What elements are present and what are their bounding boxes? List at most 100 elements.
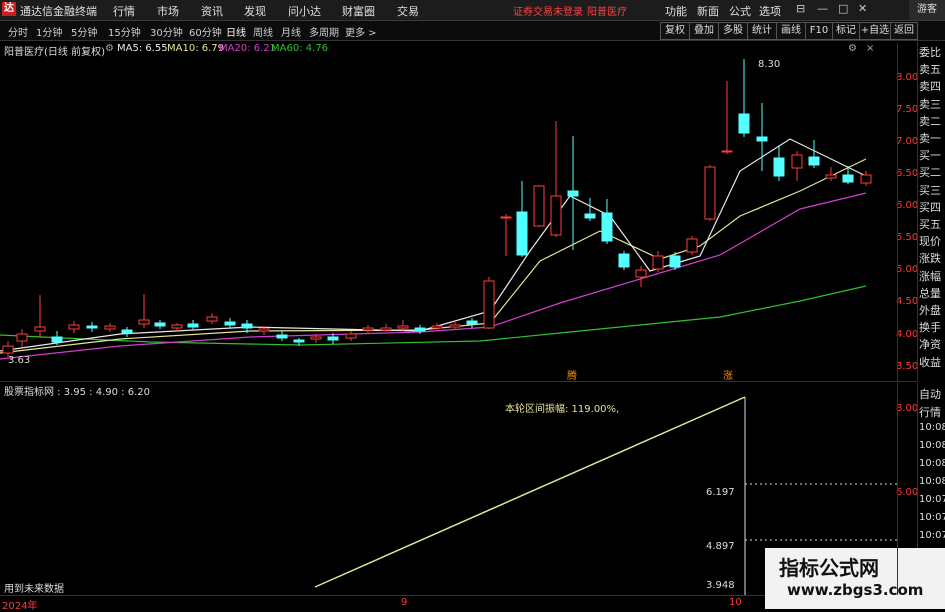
watermark-url: www.zbgs3.com [787,581,924,599]
draw-button[interactable]: 画线 [776,22,806,40]
quote-field-label: 卖四 [919,80,941,94]
menu-quotes[interactable]: 行情 [113,3,135,19]
menu-newface[interactable]: 新面 [697,3,719,19]
candlestick-chart [0,59,872,360]
period-monthly[interactable]: 月线 [281,24,301,39]
period-weekly[interactable]: 周线 [253,24,273,39]
candle-body [34,326,46,332]
quote-field-label: 卖五 [919,63,941,77]
quote-field-label: 换手 [919,321,941,335]
candle-body [206,316,218,322]
period-15min[interactable]: 15分钟 [108,24,141,39]
watermark: 指标公式网 www.zbgs3.com [765,548,945,609]
menu-news[interactable]: 资讯 [201,3,223,19]
menu-trade[interactable]: 交易 [397,3,419,19]
period-60min[interactable]: 60分钟 [189,24,222,39]
candle-body [773,157,785,177]
maximize-icon[interactable]: □ [838,2,848,15]
menu-bar: 达 通达信金融终端 行情 市场 资讯 发现 问小达 财富圈 交易 证券交易未登录… [0,0,945,21]
mark-button[interactable]: 标记 [832,22,860,40]
candle-body [738,113,750,134]
candle-body [138,319,150,325]
candle-body [669,255,681,268]
candle-body [756,136,768,142]
watermark-title: 指标公式网 [779,556,879,580]
candle-body [860,174,872,184]
period-daily[interactable]: 日线 [226,24,246,39]
multi-stock-button[interactable]: 多股 [718,22,748,40]
period-intraday[interactable]: 分时 [8,24,28,39]
back-button[interactable]: 返回 [890,22,918,40]
overlay-button[interactable]: 叠加 [689,22,719,40]
quote-field-label: 买四 [919,200,941,214]
quote-field-label: 净资 [919,338,941,352]
menu-formula[interactable]: 公式 [729,3,751,19]
sub-value-high: 6.197 [706,487,735,498]
quote-field-label: 涨幅 [919,269,941,283]
candle-body [16,333,28,342]
candle-body [241,323,253,329]
candle-body [550,195,562,236]
quote-field-label: 卖二 [919,114,941,128]
high-price-label: 8.30 [758,59,781,70]
candle-body [500,216,512,219]
candle-body [276,334,288,339]
close-icon[interactable]: ✕ [858,2,867,15]
menu-discover[interactable]: 发现 [244,3,266,19]
adjust-button[interactable]: 复权 [660,22,690,40]
candle-body [704,166,716,220]
f10-button[interactable]: F10 [805,22,833,40]
candle-body [171,324,183,329]
period-5min[interactable]: 5分钟 [71,24,97,39]
period-bar: 分时 1分钟 5分钟 15分钟 30分钟 60分钟 日线 周线 月线 多周期 更… [0,21,945,41]
candle-body [154,322,166,327]
period-more[interactable]: 更多 > [345,24,377,39]
candle-body [187,323,199,328]
candle-body [483,280,495,329]
quote-field-label: 买五 [919,218,941,231]
candle-body [842,174,854,183]
guest-button[interactable]: 游客 [909,0,945,20]
menu-ask[interactable]: 问小达 [288,3,321,19]
candle-body [414,327,426,332]
menu-options[interactable]: 选项 [759,3,781,19]
event-mark-2[interactable]: 涨 [723,367,733,382]
indicator-line [314,396,746,588]
indicator-axis-label: 6.00 [896,487,919,498]
period-multi[interactable]: 多周期 [309,24,339,39]
quote-field-label: 收益 [919,355,941,369]
candle-body [51,336,63,343]
sub-value-low: 3.948 [706,580,735,591]
minimize-icon[interactable]: — [817,2,828,15]
candle-body [567,190,579,197]
event-mark-1[interactable]: 腾 [567,367,577,382]
quote-field-label: 现价 [919,235,941,249]
add-watchlist-button[interactable]: +自选 [859,22,891,40]
tick-time-label: 10:08 [919,422,945,433]
restore-icon[interactable]: ⊟ [796,2,805,15]
menu-wealth[interactable]: 财富圈 [342,3,375,19]
period-1min[interactable]: 1分钟 [36,24,62,39]
candle-body [121,329,133,334]
candle-body [397,325,409,329]
stats-button[interactable]: 统计 [747,22,777,40]
candle-body [2,345,14,354]
tick-time-label: 10:07 [919,530,945,541]
candle-body [449,324,461,328]
pane-divider [0,381,917,382]
quote-field-label: 总量 [919,286,941,300]
candle-body [516,211,528,256]
candle-body [601,212,613,242]
menu-function[interactable]: 功能 [665,3,687,19]
quote-field-label: 卖一 [919,132,941,145]
candle-body [584,213,596,219]
login-notice[interactable]: 证券交易未登录 [513,3,583,18]
menu-market[interactable]: 市场 [157,3,179,19]
period-30min[interactable]: 30分钟 [150,24,183,39]
candle-body [258,328,270,332]
candle-body [652,255,664,270]
candle-body [618,253,630,268]
ma20-line [0,192,867,360]
quote-field-label: 外盘 [919,304,941,317]
tick-time-label: 10:08 [919,440,945,451]
